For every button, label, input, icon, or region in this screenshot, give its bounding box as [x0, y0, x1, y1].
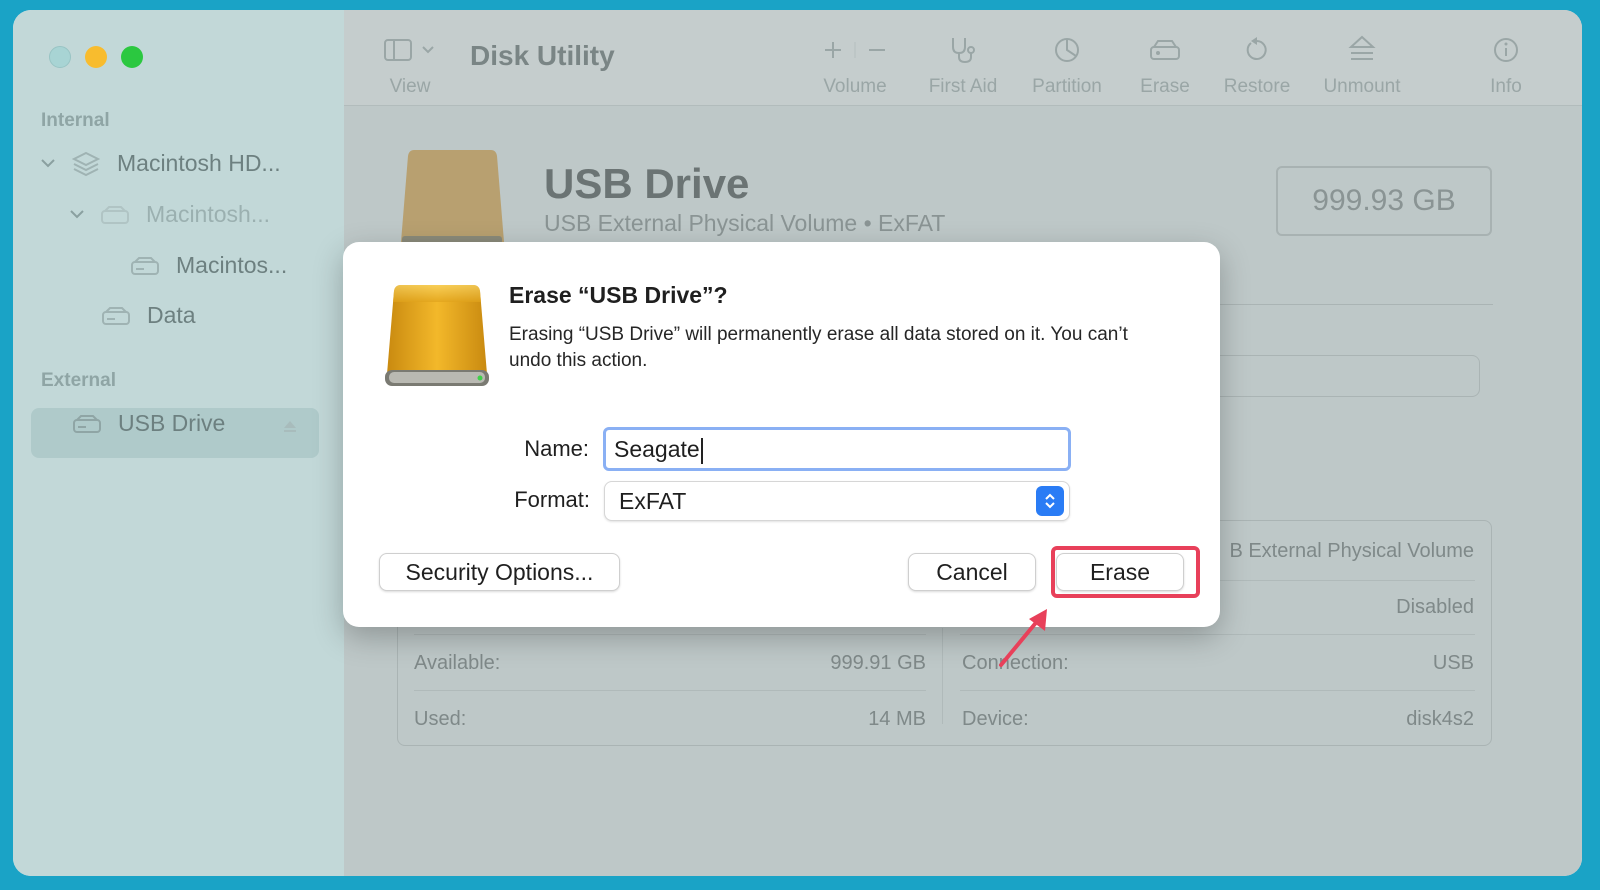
plus-minus-icon [810, 34, 900, 66]
available-row: Available: 999.91 GB [414, 652, 926, 675]
external-drive-icon [385, 285, 489, 386]
up-down-chevron-icon[interactable] [1036, 486, 1064, 516]
external-disk-icon [72, 413, 102, 435]
used-label: Used: [414, 708, 467, 730]
partition-button[interactable]: Partition [1022, 34, 1112, 98]
sidebar-item-macintosh-hd[interactable]: Macintosh HD... [37, 150, 281, 177]
partition-label: Partition [1032, 76, 1102, 97]
name-field[interactable]: Seagate [603, 427, 1071, 471]
volume-stack-icon [71, 151, 101, 176]
device-label: Device: [962, 708, 1029, 730]
close-window-button[interactable] [49, 46, 71, 68]
sidebar-item-label: Macintosh... [146, 201, 270, 227]
disk-icon [130, 255, 160, 277]
chevron-down-icon[interactable] [66, 206, 88, 224]
unmount-icon [1312, 34, 1412, 66]
app-title: Disk Utility [470, 40, 615, 71]
sidebar-item-label: Data [147, 302, 196, 328]
capacity-box: 999.93 GB [1276, 166, 1492, 236]
view-label: View [389, 76, 431, 97]
eject-icon[interactable] [282, 414, 298, 441]
available-value: 999.91 GB [830, 652, 926, 674]
unmount-label: Unmount [1323, 76, 1401, 97]
toolbar: View Disk Utility Volume First Aid Parti… [344, 10, 1582, 106]
restore-button[interactable]: Restore [1212, 34, 1302, 98]
sidebar: Internal Macintosh HD... Macintosh... Ma… [13, 10, 344, 876]
sidebar-section-external: External [41, 370, 116, 391]
cancel-button[interactable]: Cancel [908, 553, 1036, 591]
erase-disk-icon [1130, 34, 1200, 66]
sidebar-item-label: Macintosh HD... [117, 150, 281, 176]
first-aid-button[interactable]: First Aid [918, 34, 1008, 98]
sidebar-item-macintosh[interactable]: Macintosh... [66, 201, 270, 228]
sidebar-item-label: Macintos... [176, 252, 288, 278]
type-value: B External Physical Volume [1229, 540, 1474, 562]
erase-label: Erase [1140, 76, 1190, 97]
format-select-value: ExFAT [619, 488, 687, 514]
divider [1218, 304, 1493, 305]
connection-value: USB [1432, 652, 1474, 674]
dialog-title: Erase “USB Drive”? [509, 282, 728, 308]
row-divider [960, 690, 1475, 691]
name-field-value: Seagate [614, 436, 700, 462]
volume-button[interactable]: Volume [810, 34, 900, 98]
available-label: Available: [414, 652, 501, 674]
text-caret [700, 437, 703, 464]
zoom-window-button[interactable] [121, 46, 143, 68]
sidebar-item-macintos[interactable]: Macintos... [130, 252, 287, 279]
device-row: Device: disk4s2 [962, 708, 1474, 731]
drive-large-icon [401, 150, 504, 244]
disk-subtitle: USB External Physical Volume • ExFAT [544, 210, 946, 236]
sidebar-item-data[interactable]: Data [101, 302, 196, 329]
first-aid-label: First Aid [928, 76, 998, 97]
column-divider [942, 628, 943, 724]
usage-bar [1218, 355, 1480, 397]
dialog-message: Erasing “USB Drive” will permanently era… [509, 324, 1128, 371]
row-divider [414, 690, 926, 691]
info-button[interactable]: Info [1476, 34, 1536, 98]
pointer-arrow-icon [999, 609, 1047, 667]
erase-button-highlight [1051, 546, 1200, 598]
name-label: Name: [524, 436, 589, 461]
info-icon [1476, 34, 1536, 66]
restore-arrow-icon [1212, 34, 1302, 66]
volume-label: Volume [823, 76, 887, 97]
used-row: Used: 14 MB [414, 708, 926, 731]
sidebar-toggle-icon [380, 34, 440, 66]
sidebar-item-usb-drive[interactable]: USB Drive [72, 410, 296, 437]
owners-value: Disabled [1396, 596, 1474, 618]
chevron-down-icon[interactable] [37, 155, 59, 173]
pie-chart-icon [1022, 34, 1112, 66]
used-value: 14 MB [868, 708, 926, 730]
minimize-window-button[interactable] [85, 46, 107, 68]
format-label: Format: [514, 487, 590, 512]
view-button[interactable]: View [380, 34, 440, 98]
info-label: Info [1490, 76, 1522, 97]
restore-label: Restore [1223, 76, 1291, 97]
row-divider [414, 634, 926, 635]
stethoscope-icon [918, 34, 1008, 66]
disk-icon [101, 305, 131, 327]
device-value: disk4s2 [1406, 708, 1474, 730]
erase-toolbar-button[interactable]: Erase [1130, 34, 1200, 98]
security-options-button[interactable]: Security Options... [379, 553, 620, 591]
disk-icon [100, 204, 130, 226]
unmount-button[interactable]: Unmount [1312, 34, 1412, 98]
sidebar-item-label: USB Drive [118, 410, 226, 436]
sidebar-section-internal: Internal [41, 110, 110, 131]
format-select[interactable]: ExFAT [604, 481, 1070, 521]
disk-title: USB Drive [544, 160, 750, 207]
